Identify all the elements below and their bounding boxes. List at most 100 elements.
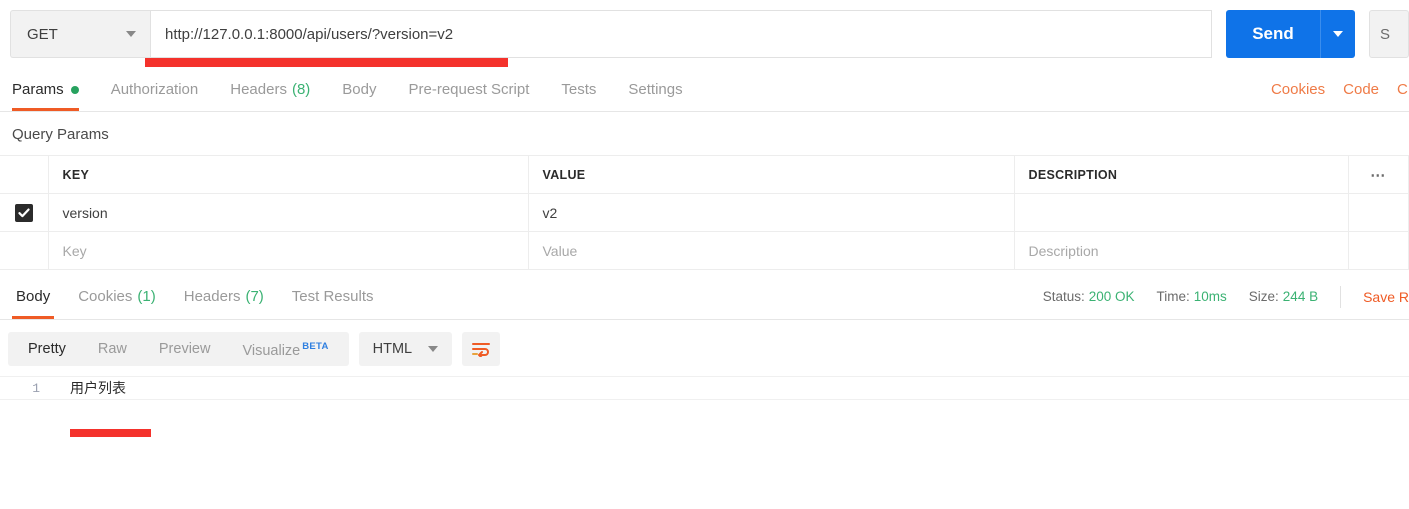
send-button-group: Send [1226, 10, 1355, 58]
table-row-empty: Key Value Description [0, 231, 1409, 270]
empty-row-description-cell[interactable]: Description [1014, 231, 1349, 270]
url-text: http://127.0.0.1:8000/api/users/?version… [165, 25, 454, 43]
word-wrap-icon [472, 343, 491, 357]
tab-pre-request-script-label: Pre-request Script [408, 81, 530, 98]
word-wrap-toggle[interactable] [462, 332, 501, 366]
send-options-button[interactable] [1320, 10, 1355, 58]
comments-link[interactable]: C [1397, 81, 1409, 98]
table-row: version v2 [0, 193, 1409, 232]
ellipsis-icon: ⋯ [1370, 166, 1387, 184]
annotation-body-underline [70, 429, 151, 437]
annotation-url-underline [145, 58, 508, 67]
row-options-cell [1348, 193, 1409, 232]
meta-divider [1340, 285, 1342, 308]
empty-row-value-cell[interactable]: Value [528, 231, 1015, 270]
empty-row-description-placeholder: Description [1028, 242, 1099, 259]
tab-settings[interactable]: Settings [628, 68, 698, 111]
row-description-cell[interactable] [1014, 193, 1349, 232]
response-tab-cookies[interactable]: Cookies (1) [64, 274, 170, 319]
response-tab-cookies-count: (1) [137, 288, 156, 305]
response-format-select[interactable]: HTML [358, 332, 453, 366]
status-label: Status: [1042, 289, 1085, 304]
status-badge: Status: 200 OK [1043, 289, 1135, 304]
view-preview[interactable]: Preview [143, 332, 227, 366]
response-body-toolbar: Pretty Raw Preview Visualize BETA HTML [0, 320, 1409, 376]
tab-pre-request-script[interactable]: Pre-request Script [409, 68, 546, 111]
code-link[interactable]: Code [1343, 81, 1379, 98]
tab-body-label: Body [342, 81, 377, 98]
chevron-down-icon [126, 31, 136, 37]
tab-body[interactable]: Body [342, 68, 392, 111]
view-pretty[interactable]: Pretty [12, 332, 82, 366]
empty-row-options-cell [1348, 231, 1409, 270]
response-tab-test-results[interactable]: Test Results [278, 274, 388, 319]
http-method-label: GET [27, 25, 58, 43]
time-value: 10ms [1193, 289, 1227, 304]
size-label: Size: [1248, 289, 1279, 304]
time-badge: Time: 10ms [1157, 289, 1227, 304]
row-key-value: version [62, 204, 108, 221]
tab-headers-count: (8) [291, 81, 311, 98]
tab-settings-label: Settings [628, 81, 683, 98]
cookies-link[interactable]: Cookies [1271, 81, 1325, 98]
response-format-label: HTML [372, 341, 413, 357]
table-header-row: KEY VALUE DESCRIPTION ⋯ [0, 155, 1409, 194]
response-tab-body[interactable]: Body [2, 274, 64, 319]
time-label: Time: [1156, 289, 1190, 304]
response-meta: Status: 200 OK Time: 10ms Size: 244 B Save … [1043, 274, 1409, 319]
response-tab-headers-count: (7) [245, 288, 264, 305]
bulk-edit-options-button[interactable]: ⋯ [1348, 155, 1409, 194]
response-tab-headers[interactable]: Headers (7) [170, 274, 278, 319]
code-line: 1 用户列表 [0, 376, 1409, 400]
row-value-cell[interactable]: v2 [528, 193, 1015, 232]
checkbox-checked-icon[interactable] [14, 203, 33, 222]
header-checkbox-cell [0, 155, 49, 194]
tab-tests[interactable]: Tests [561, 68, 612, 111]
line-content: 用户列表 [70, 380, 126, 396]
empty-row-value-placeholder: Value [542, 242, 578, 259]
header-value: VALUE [528, 155, 1015, 194]
body-view-switcher: Pretty Raw Preview Visualize BETA [8, 332, 349, 366]
query-params-table: KEY VALUE DESCRIPTION ⋯ version v2 Key V… [0, 155, 1409, 270]
response-tab-test-results-label: Test Results [291, 288, 374, 305]
tab-headers[interactable]: Headers (8) [230, 68, 326, 111]
response-tabs: Body Cookies (1) Headers (7) Test Result… [0, 274, 1409, 320]
empty-row-key-placeholder: Key [62, 242, 87, 259]
save-request-button[interactable]: S [1369, 10, 1409, 58]
tab-headers-label: Headers [230, 81, 287, 98]
empty-row-key-cell[interactable]: Key [48, 231, 529, 270]
view-visualize[interactable]: Visualize BETA [226, 330, 344, 368]
header-key: KEY [48, 155, 529, 194]
tab-params[interactable]: Params [12, 68, 95, 111]
row-enable-checkbox-cell [0, 193, 49, 232]
size-value: 244 B [1282, 289, 1319, 304]
chevron-down-icon [428, 346, 439, 352]
save-response-button[interactable]: Save R [1363, 289, 1409, 305]
row-value-value: v2 [542, 204, 558, 221]
send-button[interactable]: Send [1226, 10, 1320, 58]
query-params-title: Query Params [12, 126, 109, 143]
request-tabs: Params Authorization Headers (8) Body Pr… [0, 68, 1409, 112]
request-tabs-actions: Cookies Code C [1271, 68, 1409, 111]
http-method-select[interactable]: GET [10, 10, 150, 58]
response-body-viewer: 1 用户列表 [0, 376, 1409, 400]
response-tab-headers-label: Headers [183, 288, 241, 305]
view-visualize-label: Visualize [242, 342, 301, 359]
params-modified-dot-icon [70, 85, 79, 94]
tab-tests-label: Tests [561, 81, 597, 98]
response-tab-cookies-label: Cookies [78, 288, 133, 305]
beta-badge: BETA [302, 341, 329, 353]
row-key-cell[interactable]: version [48, 193, 529, 232]
header-description: DESCRIPTION [1014, 155, 1349, 194]
line-number: 1 [32, 380, 40, 396]
url-input[interactable]: http://127.0.0.1:8000/api/users/?version… [150, 10, 1212, 58]
tab-authorization-label: Authorization [110, 81, 199, 98]
status-value: 200 OK [1088, 289, 1135, 304]
tab-authorization[interactable]: Authorization [111, 68, 215, 111]
view-raw[interactable]: Raw [82, 332, 143, 366]
chevron-down-icon [1333, 31, 1343, 37]
response-tab-body-label: Body [16, 288, 51, 305]
tab-params-label: Params [12, 81, 64, 98]
empty-row-checkbox-cell [0, 231, 49, 270]
size-badge: Size: 244 B [1249, 289, 1318, 304]
